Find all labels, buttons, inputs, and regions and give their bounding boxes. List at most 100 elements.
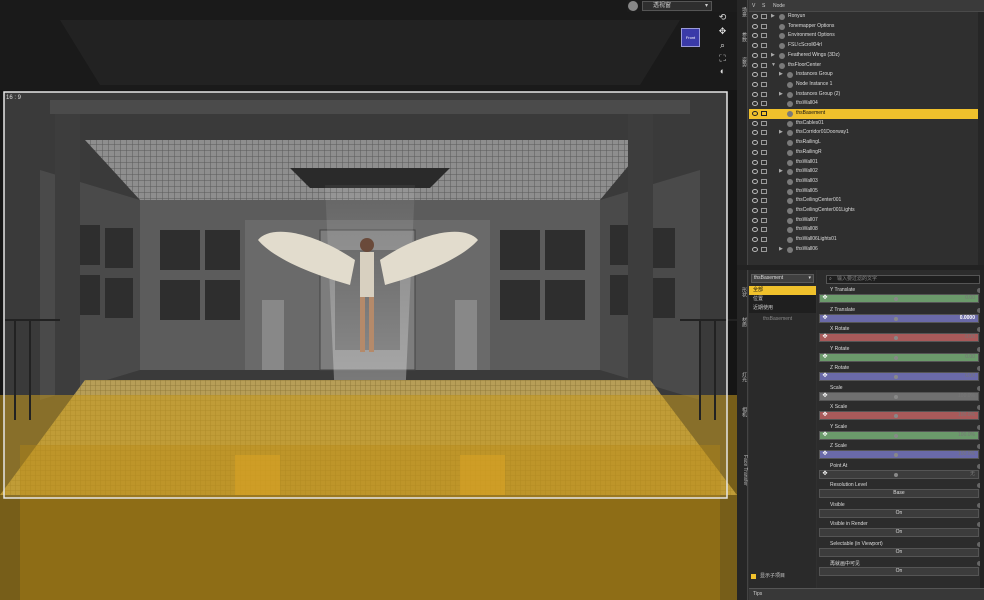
scene-tree-row[interactable]: thsCables01	[749, 119, 984, 129]
side-tab-face-transfer[interactable]: Face Transfer	[737, 440, 748, 500]
expand-icon[interactable]: ▶	[779, 90, 783, 100]
node-select[interactable]: thsBasement ▾	[751, 274, 814, 283]
eye-icon[interactable]	[752, 246, 758, 252]
eye-icon[interactable]	[752, 91, 758, 97]
parameter-slider[interactable]: ✥ 0.00	[819, 333, 979, 342]
parameter-scrollbar[interactable]	[980, 270, 984, 588]
scene-tree-row[interactable]: thsWall03	[749, 177, 984, 187]
expand-icon[interactable]: ▶	[771, 12, 775, 22]
eye-icon[interactable]	[752, 188, 758, 194]
slider-knob[interactable]	[894, 453, 898, 457]
slider-knob[interactable]	[894, 336, 898, 340]
expand-icon[interactable]: ▶	[779, 128, 783, 138]
eye-icon[interactable]	[752, 237, 758, 243]
category-recent[interactable]: 近期使用	[749, 304, 816, 313]
eye-icon[interactable]	[752, 52, 758, 58]
slider-knob[interactable]	[894, 375, 898, 379]
parameter-toggle[interactable]: On	[819, 547, 979, 557]
scene-tree-row[interactable]: Tonemapper Options	[749, 22, 984, 32]
viewport-options-icon[interactable]	[628, 1, 638, 11]
parameter-toggle[interactable]: On	[819, 508, 979, 518]
camera-select[interactable]: 透视窗 ▾	[642, 1, 712, 11]
category-position[interactable]: 位置	[749, 295, 816, 304]
scene-tree-row[interactable]: ▶ thsWall02	[749, 167, 984, 177]
scene-tree-row[interactable]: Node Instance 1	[749, 80, 984, 90]
show-sub-checkbox[interactable]	[751, 574, 756, 579]
eye-icon[interactable]	[752, 149, 758, 155]
side-tab-parameters-top[interactable]: 参数	[737, 30, 748, 44]
reset-icon[interactable]: ◐	[717, 66, 728, 76]
eye-icon[interactable]	[752, 140, 758, 146]
select-toggle-icon[interactable]	[761, 246, 767, 252]
parameter-toggle[interactable]: On	[819, 528, 979, 537]
parameter-slider[interactable]: ✥ 无	[819, 469, 979, 479]
scene-tree-row[interactable]: ▶ thsWall06	[749, 245, 984, 255]
select-toggle-icon[interactable]	[761, 169, 767, 175]
scene-tree-row[interactable]: thsCeilingCenter001Lights	[749, 206, 984, 216]
eye-icon[interactable]	[752, 217, 758, 223]
scene-tree-row[interactable]: thsWall07	[749, 216, 984, 226]
parameter-slider[interactable]: ✥ 100.0%	[819, 391, 979, 401]
parameter-slider[interactable]: ✥ 100.0%	[819, 430, 979, 440]
eye-icon[interactable]	[752, 72, 758, 78]
slider-knob[interactable]	[894, 433, 898, 438]
eye-icon[interactable]	[752, 208, 758, 213]
parameter-toggle[interactable]: On	[819, 567, 979, 576]
select-toggle-icon[interactable]	[761, 23, 767, 29]
slider-knob[interactable]	[894, 355, 898, 360]
slider-knob[interactable]	[894, 472, 898, 477]
select-toggle-icon[interactable]	[761, 237, 767, 243]
select-toggle-icon[interactable]	[761, 178, 767, 184]
scene-tree-row[interactable]: thsRailingR	[749, 148, 984, 158]
eye-icon[interactable]	[752, 159, 758, 165]
expand-icon[interactable]: ▼	[771, 61, 776, 71]
select-toggle-icon[interactable]	[761, 62, 767, 68]
scene-tree-row[interactable]: thsRailingL	[749, 138, 984, 148]
select-toggle-icon[interactable]	[761, 217, 767, 223]
select-toggle-icon[interactable]	[761, 14, 767, 19]
parameter-filter-input[interactable]: ⌕ 输入要过滤的文字	[826, 275, 980, 284]
scene-tree-row[interactable]: thsCeilingCenter001	[749, 196, 984, 206]
slider-knob[interactable]	[894, 414, 898, 418]
select-toggle-icon[interactable]	[761, 188, 767, 194]
zoom-icon[interactable]: ⌕	[717, 40, 728, 50]
eye-icon[interactable]	[752, 169, 758, 175]
eye-icon[interactable]	[752, 43, 758, 49]
scene-tree-row[interactable]: FSL!cScroll04rl	[749, 41, 984, 51]
scene-tree-row[interactable]: ▼ thsFloorCenter	[749, 61, 984, 71]
eye-icon[interactable]	[752, 111, 758, 116]
select-toggle-icon[interactable]	[761, 72, 767, 78]
expand-icon[interactable]: ▶	[779, 167, 783, 177]
eye-icon[interactable]	[752, 33, 758, 39]
slider-knob[interactable]	[894, 394, 898, 399]
scene-tree-row[interactable]: thsBasement	[749, 109, 984, 119]
frame-icon[interactable]: ⛶	[717, 53, 728, 63]
category-node-tree[interactable]: thsBasement	[749, 315, 816, 324]
side-tab-pose[interactable]: 姿势	[737, 55, 748, 69]
scene-tree-row[interactable]: thsWall04	[749, 99, 984, 109]
eye-icon[interactable]	[752, 198, 758, 204]
scene-tree-row[interactable]: ▶ Instances Group	[749, 70, 984, 80]
eye-icon[interactable]	[752, 101, 758, 107]
parameter-slider[interactable]: ✥ 0.00	[819, 372, 979, 381]
eye-icon[interactable]	[752, 120, 758, 126]
side-tab-scene[interactable]: 场景	[737, 5, 748, 19]
select-toggle-icon[interactable]	[761, 43, 767, 49]
select-toggle-icon[interactable]	[761, 101, 767, 107]
slider-knob[interactable]	[894, 297, 898, 301]
slider-knob[interactable]	[894, 316, 898, 321]
nav-cube[interactable]: Front	[681, 28, 700, 47]
scene-tree-row[interactable]: thsWall05	[749, 187, 984, 197]
parameter-toggle[interactable]: Base	[819, 489, 979, 498]
eye-icon[interactable]	[752, 23, 758, 29]
select-toggle-icon[interactable]	[761, 227, 767, 233]
column-visibility[interactable]: V	[752, 3, 755, 9]
select-toggle-icon[interactable]	[761, 91, 767, 97]
eye-icon[interactable]	[752, 62, 758, 68]
select-toggle-icon[interactable]	[761, 81, 767, 87]
scene-tree-row[interactable]: thsWall01	[749, 158, 984, 168]
parameter-slider[interactable]: ✥ 0.00	[819, 352, 979, 362]
eye-icon[interactable]	[752, 227, 758, 233]
scene-tree-row[interactable]: thsWall06Lights01	[749, 235, 984, 245]
parameter-slider[interactable]: ✥ 100.0%	[819, 411, 979, 420]
